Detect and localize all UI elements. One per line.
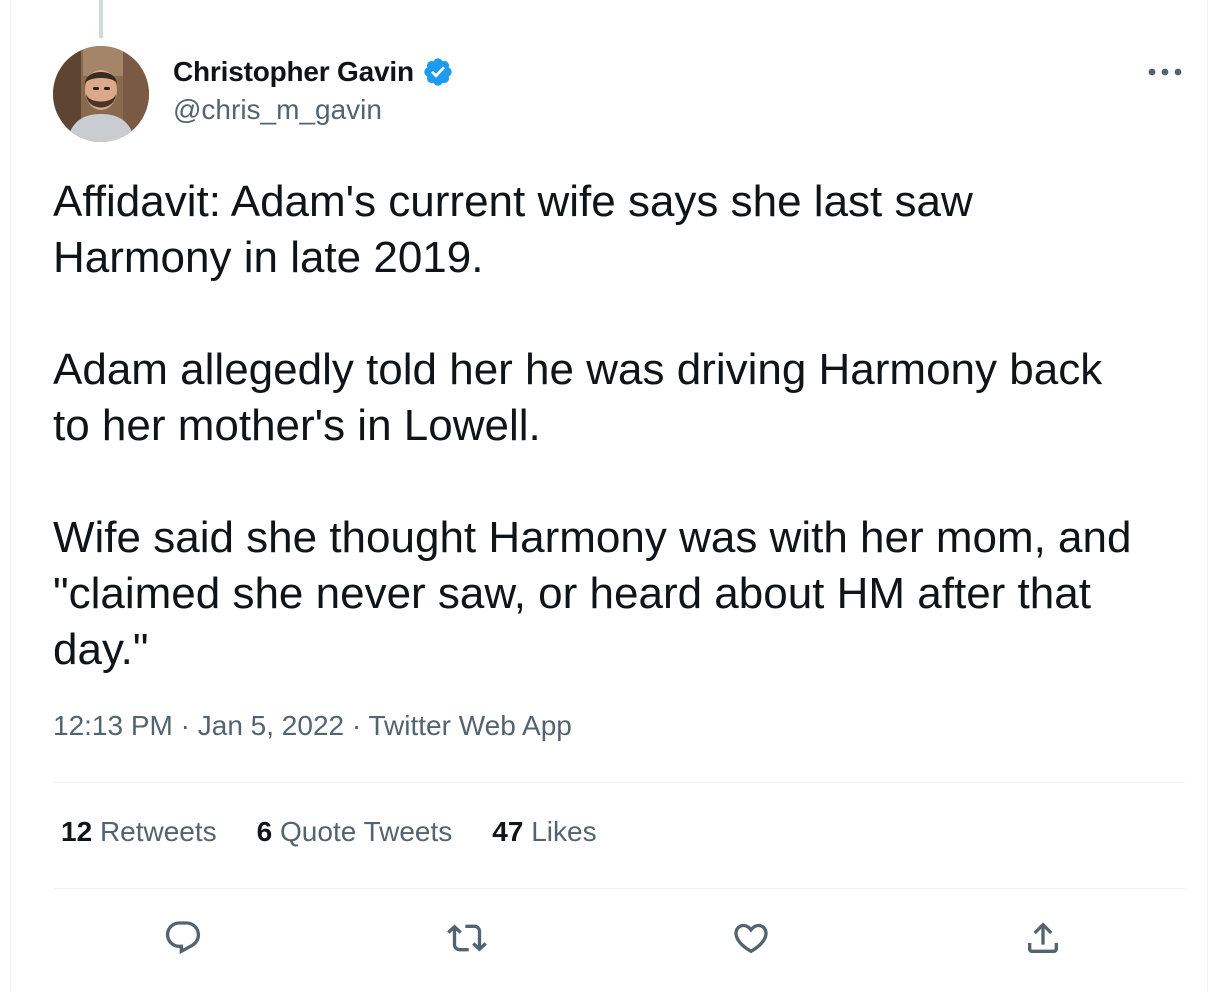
meta-separator: · [172, 710, 198, 741]
tweet-date: Jan 5, 2022 [197, 710, 345, 741]
retweet-button[interactable] [441, 912, 493, 964]
reply-button[interactable] [157, 912, 209, 964]
like-button[interactable] [725, 912, 777, 964]
author-handle[interactable]: @chris_m_gavin [173, 94, 382, 126]
share-icon [1028, 922, 1058, 953]
divider [53, 888, 1185, 889]
quote-tweets-stat[interactable]: 6 Quote Tweets [257, 816, 453, 848]
tweet-paragraph: Adam allegedly told her he was driving H… [53, 342, 1203, 454]
likes-count: 47 [492, 816, 524, 847]
tweet-line: Wife said she thought Harmony was with h… [53, 513, 1132, 562]
author-display-name[interactable]: Christopher Gavin [173, 56, 414, 88]
tweet-stats: 12 Retweets 6 Quote Tweets 47 Likes [61, 816, 637, 848]
retweets-label: Retweets [99, 816, 217, 847]
divider [53, 782, 1185, 783]
retweet-icon [447, 924, 487, 952]
tweet-line: to her mother's in Lowell. [53, 401, 541, 450]
avatar-image [53, 46, 149, 142]
likes-stat[interactable]: 47 Likes [492, 816, 596, 848]
tweet-paragraph: Affidavit: Adam's current wife says she … [53, 174, 1203, 286]
author-name-row: Christopher Gavin [173, 54, 454, 90]
reply-icon [165, 921, 201, 955]
tweet-card: Christopher Gavin @chris_m_gavin Affidav… [10, 0, 1208, 992]
tweet-line: day." [53, 625, 149, 674]
tweet-source-link[interactable]: Twitter Web App [368, 710, 571, 741]
retweets-count: 12 [61, 816, 93, 847]
tweet-actions-bar [11, 912, 1207, 964]
tweet-metadata: 12:13 PM · Jan 5, 2022 · Twitter Web App [53, 710, 572, 742]
tweet-paragraph: Wife said she thought Harmony was with h… [53, 510, 1203, 678]
tweet-line: Affidavit: Adam's current wife says she … [53, 177, 973, 226]
retweets-stat[interactable]: 12 Retweets [61, 816, 217, 848]
share-button[interactable] [1017, 912, 1069, 964]
likes-label: Likes [531, 816, 597, 847]
like-icon [734, 923, 768, 954]
tweet-line: Adam allegedly told her he was driving H… [53, 345, 1103, 394]
tweet-line: "claimed she never saw, or heard about H… [53, 569, 1091, 618]
tweet-text: Affidavit: Adam's current wife says she … [53, 174, 1203, 678]
thread-connector-line [99, 0, 103, 38]
quote-tweets-label: Quote Tweets [280, 816, 453, 847]
meta-separator: · [344, 710, 369, 741]
tweet-timestamp-link[interactable]: 12:13 PM · Jan 5, 2022 [53, 710, 344, 741]
tweet-line: Harmony in late 2019. [53, 233, 484, 282]
more-options-icon[interactable] [1141, 58, 1189, 86]
tweet-time: 12:13 PM [53, 710, 173, 741]
avatar[interactable] [53, 46, 149, 142]
quote-tweets-count: 6 [256, 816, 273, 847]
verified-badge-icon [424, 58, 452, 86]
